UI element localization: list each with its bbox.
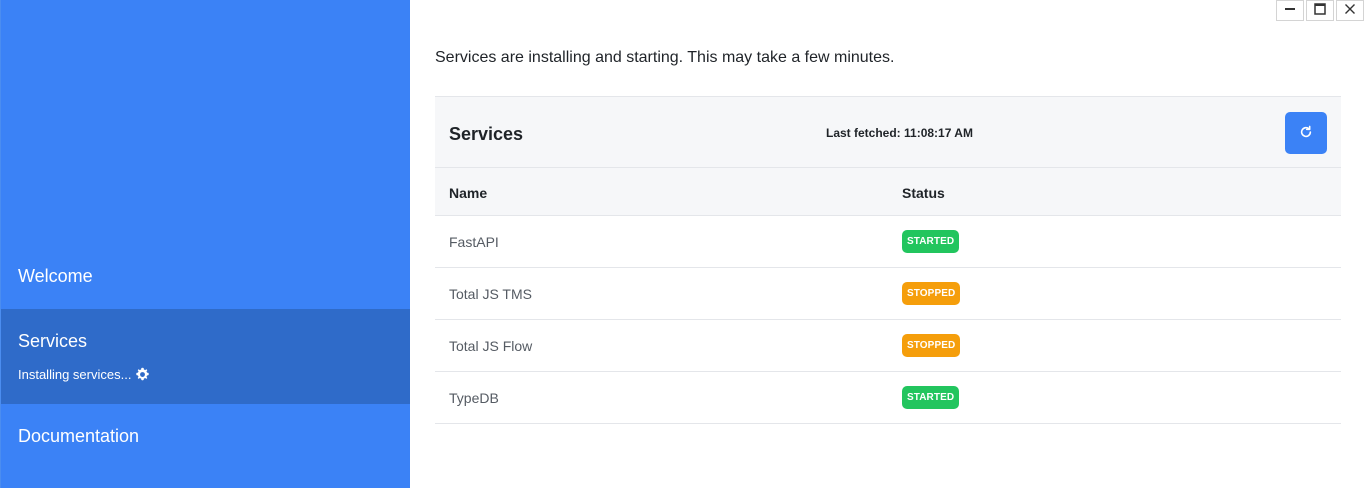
app-window: Welcome Services Installing services... … [0, 0, 1366, 488]
maximize-icon [1314, 2, 1326, 20]
table-row: Total JS TMS STOPPED [435, 268, 1341, 320]
last-fetched-text: Last fetched: 11:08:17 AM [826, 126, 973, 140]
refresh-icon [1299, 125, 1313, 142]
intro-text: Services are installing and starting. Th… [435, 49, 895, 66]
installing-status: Installing services... [18, 367, 150, 382]
status-badge: STARTED [902, 230, 960, 253]
status-badge: STARTED [902, 386, 960, 409]
minimize-icon [1284, 2, 1296, 20]
table-row: TypeDB STARTED [435, 372, 1341, 424]
services-panel: Services Last fetched: 11:08:17 AM Name … [435, 96, 1341, 424]
status-badge: STOPPED [902, 282, 961, 305]
column-header-status: Status [902, 185, 945, 201]
status-badge: STOPPED [902, 334, 961, 357]
minimize-button[interactable] [1276, 0, 1304, 21]
service-name: Total JS Flow [449, 338, 533, 354]
close-icon [1344, 2, 1356, 20]
close-button[interactable] [1336, 0, 1364, 21]
table-row: Total JS Flow STOPPED [435, 320, 1341, 372]
service-name: TypeDB [449, 390, 499, 406]
panel-header: Services Last fetched: 11:08:17 AM [435, 96, 1341, 168]
refresh-button[interactable] [1285, 112, 1327, 154]
service-name: Total JS TMS [449, 286, 532, 302]
table-header: Name Status [435, 168, 1341, 216]
sidebar-item-services[interactable]: Services Installing services... [1, 309, 410, 404]
sidebar-item-label: Welcome [18, 266, 93, 286]
sidebar-item-label: Documentation [18, 426, 140, 446]
maximize-button[interactable] [1306, 0, 1334, 21]
panel-title: Services [449, 124, 524, 144]
service-name: FastAPI [449, 234, 499, 250]
gear-icon [135, 367, 150, 382]
sidebar-item-welcome[interactable]: Welcome [1, 250, 410, 306]
sidebar-item-label: Services [18, 331, 88, 351]
sidebar-item-documentation[interactable]: Documentation [1, 410, 410, 462]
installing-status-text: Installing services... [18, 367, 132, 382]
sidebar: Welcome Services Installing services... … [0, 0, 410, 488]
column-header-name: Name [449, 185, 488, 201]
table-row: FastAPI STARTED [435, 216, 1341, 268]
